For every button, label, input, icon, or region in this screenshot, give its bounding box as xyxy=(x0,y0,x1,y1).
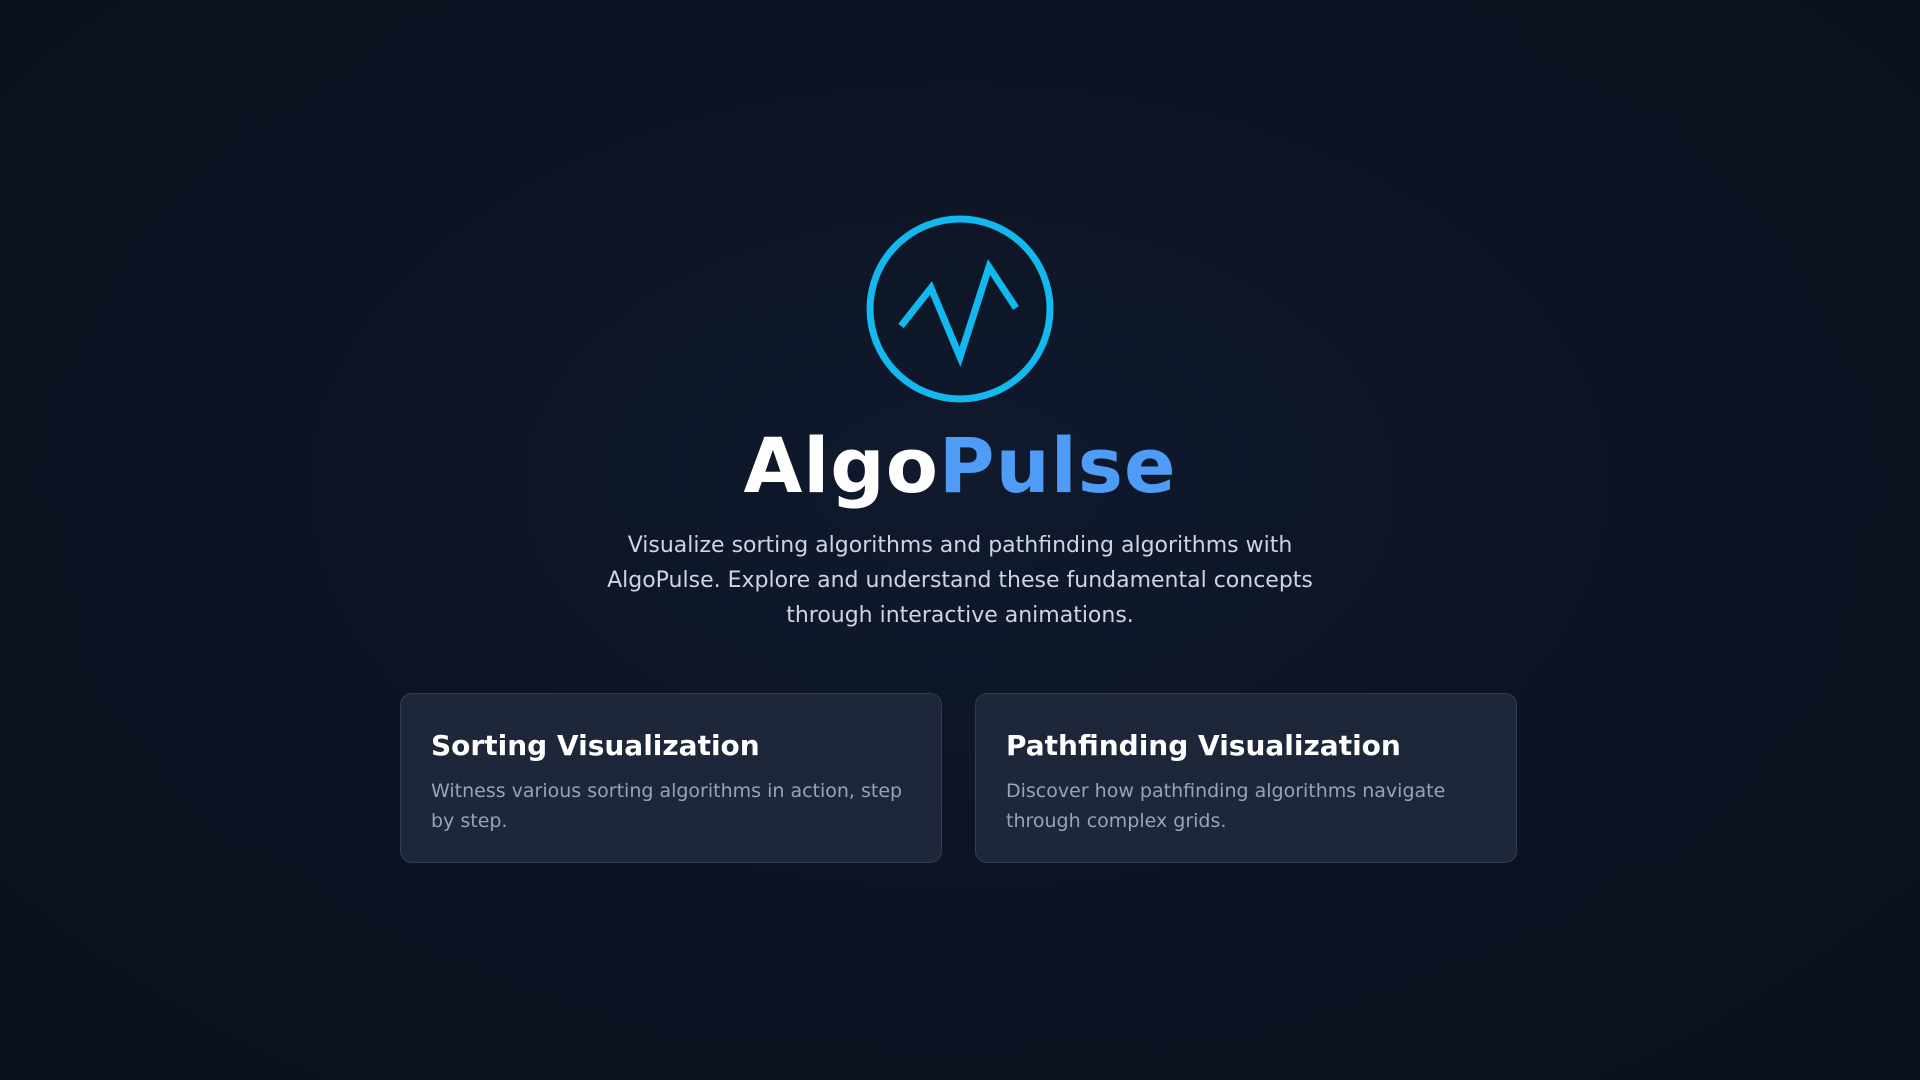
feature-cards: Sorting Visualization Witness various so… xyxy=(400,693,1520,865)
sorting-visualization-card[interactable]: Sorting Visualization Witness various so… xyxy=(400,693,942,863)
card-title: Sorting Visualization xyxy=(431,729,760,762)
page-title: AlgoPulse xyxy=(0,418,1920,514)
brand-name-part-2: Pulse xyxy=(938,421,1177,510)
card-title: Pathfinding Visualization xyxy=(1006,729,1401,762)
pulse-circle-icon xyxy=(864,213,1056,405)
card-description: Discover how pathfinding algorithms navi… xyxy=(1006,780,1446,832)
card-description: Witness various sorting algorithms in ac… xyxy=(431,780,903,832)
brand-name-part-1: Algo xyxy=(743,421,939,510)
tagline: Visualize sorting algorithms and pathfin… xyxy=(607,533,1313,628)
pathfinding-visualization-card[interactable]: Pathfinding Visualization Discover how p… xyxy=(975,693,1517,863)
landing-hero: AlgoPulse Visualize sorting algorithms a… xyxy=(0,0,1920,1080)
